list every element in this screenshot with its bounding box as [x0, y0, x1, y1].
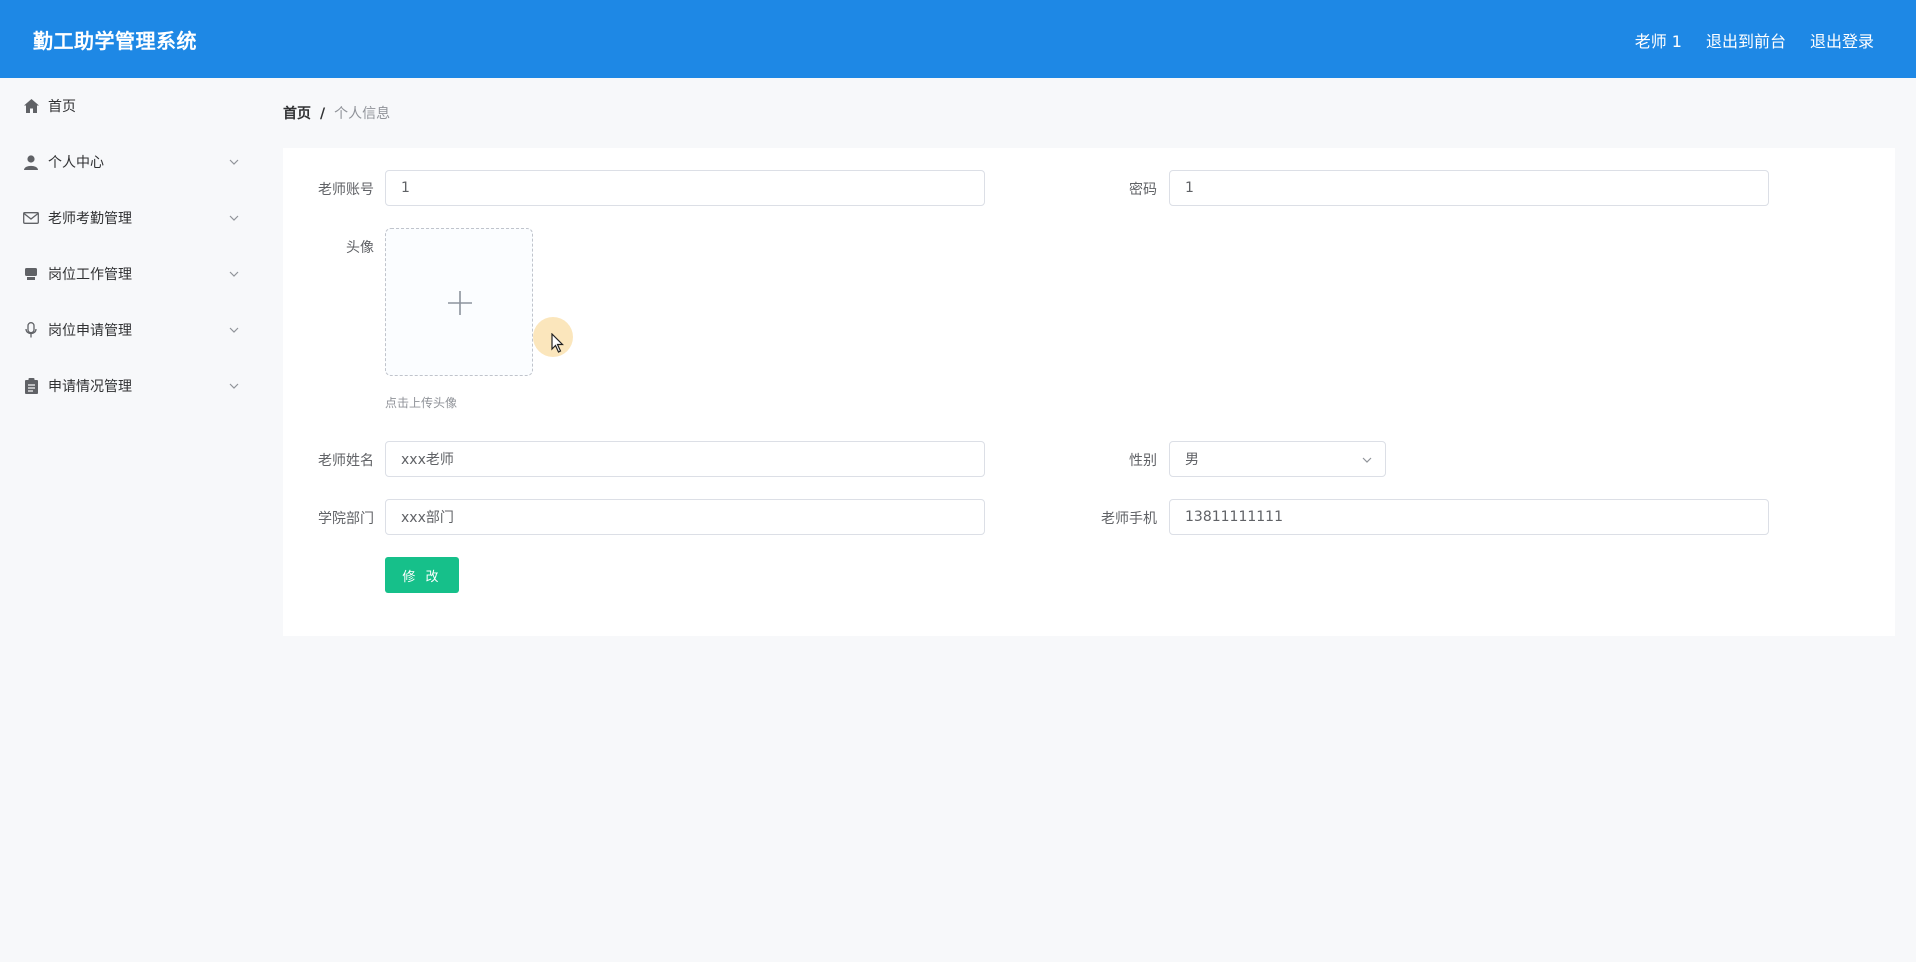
user-icon [22, 153, 40, 171]
password-label: 密码 [1129, 182, 1157, 198]
sidebar: 首页 个人中心 老师考勤管理 岗位工作管理 岗位申请管理 申请情况管理 [0, 78, 260, 962]
header-links: 老师 1 退出到前台 退出登录 [1635, 28, 1874, 52]
chevron-down-icon [229, 271, 239, 277]
gender-select[interactable]: 男 [1169, 441, 1386, 477]
profile-form-card: 老师账号 1 密码 1 头像 点击上传头像 老师姓名 xxx老师 性别 男 学院… [283, 148, 1895, 636]
sidebar-item-job-work[interactable]: 岗位工作管理 [0, 246, 260, 302]
avatar-upload-hint: 点击上传头像 [385, 396, 458, 410]
sidebar-item-application-status[interactable]: 申请情况管理 [0, 358, 260, 414]
account-label: 老师账号 [318, 182, 374, 198]
avatar-upload-button[interactable] [385, 228, 533, 376]
chevron-down-icon [229, 383, 239, 389]
department-label: 学院部门 [318, 511, 374, 527]
gender-value: 男 [1185, 452, 1199, 468]
home-icon [22, 97, 40, 115]
department-value: xxx部门 [401, 510, 454, 526]
mail-icon [22, 209, 40, 227]
name-value: xxx老师 [401, 452, 454, 468]
sidebar-item-personal-center[interactable]: 个人中心 [0, 134, 260, 190]
phone-input[interactable]: 13811111111 [1169, 499, 1769, 535]
breadcrumb-separator: / [320, 106, 326, 122]
microphone-icon [22, 321, 40, 339]
app-title: 勤工助学管理系统 [33, 29, 197, 53]
printer-icon [22, 265, 40, 283]
clipboard-icon [22, 377, 40, 395]
chevron-down-icon [229, 327, 239, 333]
breadcrumb-home[interactable]: 首页 [283, 106, 311, 122]
modify-button[interactable]: 修 改 [385, 557, 459, 593]
password-input[interactable]: 1 [1169, 170, 1769, 206]
top-header: 勤工助学管理系统 老师 1 退出到前台 退出登录 [0, 0, 1916, 78]
chevron-down-icon [1362, 457, 1372, 463]
password-value: 1 [1185, 180, 1194, 196]
chevron-down-icon [229, 215, 239, 221]
sidebar-item-label: 岗位工作管理 [48, 267, 132, 283]
account-input[interactable]: 1 [385, 170, 985, 206]
current-user[interactable]: 老师 1 [1635, 28, 1682, 52]
exit-to-frontend-link[interactable]: 退出到前台 [1706, 28, 1786, 52]
plus-icon [448, 291, 472, 315]
department-input[interactable]: xxx部门 [385, 499, 985, 535]
mouse-pointer-icon [551, 333, 564, 353]
logout-link[interactable]: 退出登录 [1810, 28, 1874, 52]
gender-label: 性别 [1129, 453, 1157, 469]
sidebar-item-label: 申请情况管理 [48, 379, 132, 395]
breadcrumb: 首页 / 个人信息 [283, 103, 390, 123]
name-input[interactable]: xxx老师 [385, 441, 985, 477]
phone-label: 老师手机 [1101, 511, 1157, 527]
account-value: 1 [401, 180, 410, 196]
sidebar-item-label: 老师考勤管理 [48, 211, 132, 227]
sidebar-item-teacher-attendance[interactable]: 老师考勤管理 [0, 190, 260, 246]
name-label: 老师姓名 [318, 453, 374, 469]
chevron-down-icon [229, 159, 239, 165]
sidebar-item-label: 个人中心 [48, 155, 104, 171]
avatar-label: 头像 [346, 240, 374, 256]
sidebar-item-job-application[interactable]: 岗位申请管理 [0, 302, 260, 358]
sidebar-item-label: 岗位申请管理 [48, 323, 132, 339]
sidebar-item-label: 首页 [48, 99, 76, 115]
phone-value: 13811111111 [1185, 509, 1283, 525]
breadcrumb-current: 个人信息 [334, 106, 391, 122]
sidebar-item-home[interactable]: 首页 [0, 78, 260, 134]
